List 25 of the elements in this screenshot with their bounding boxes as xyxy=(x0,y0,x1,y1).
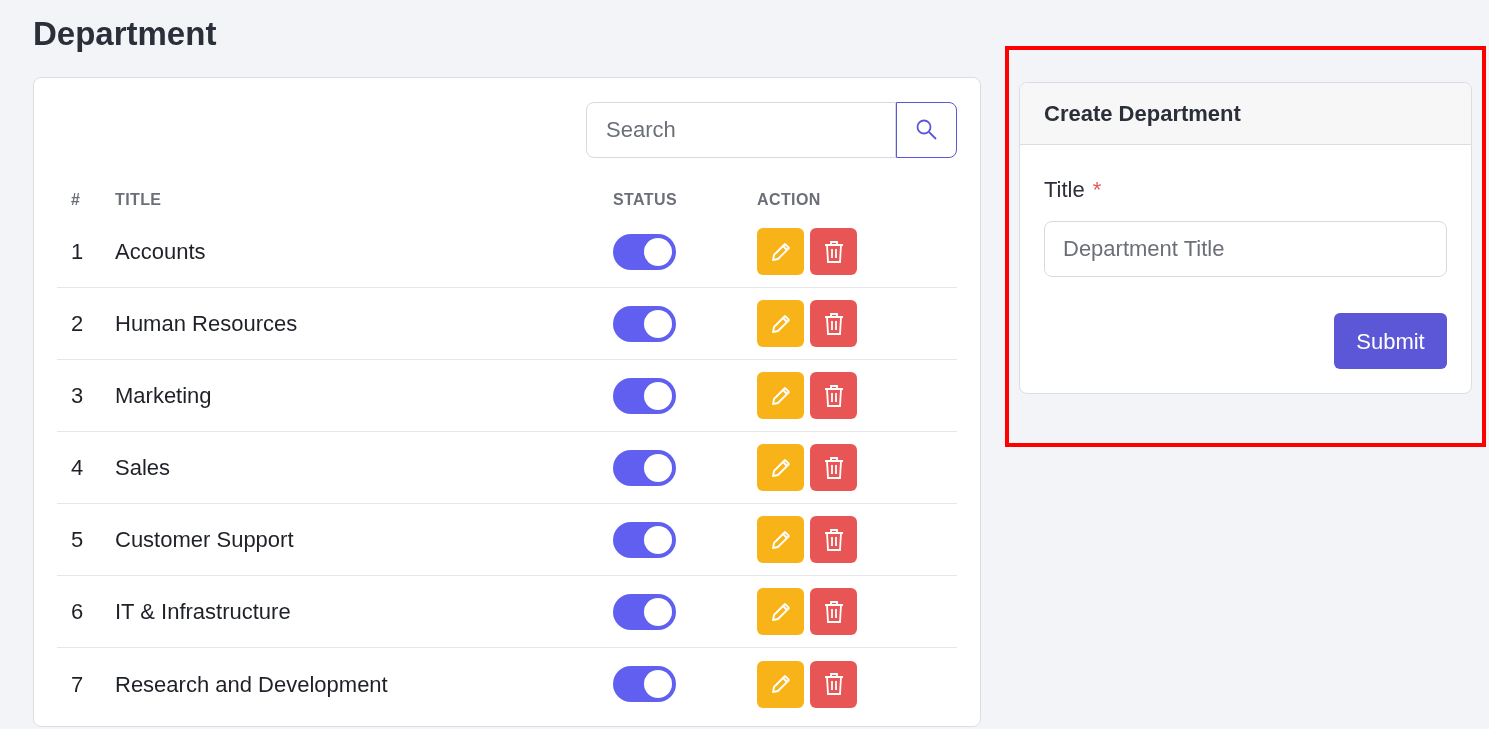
row-number: 3 xyxy=(71,383,84,408)
form-heading: Create Department xyxy=(1044,100,1241,128)
row-number: 5 xyxy=(71,527,84,552)
row-number: 6 xyxy=(71,599,84,624)
column-header: # xyxy=(71,191,81,208)
column-header: ACTION xyxy=(757,191,821,208)
search-field[interactable]: Search xyxy=(586,102,896,158)
row-number: 1 xyxy=(71,239,84,264)
required-mark: * xyxy=(1092,176,1102,204)
row-number: 4 xyxy=(71,455,84,480)
department-title: Marketing xyxy=(115,383,212,408)
column-header: STATUS xyxy=(613,191,678,208)
department-title: Customer Support xyxy=(115,527,294,552)
column-header: TITLE xyxy=(115,191,162,208)
page-title: Department xyxy=(33,14,217,54)
department-title: Accounts xyxy=(115,239,206,264)
submit-button[interactable]: Submit xyxy=(1334,313,1447,369)
row-number: 7 xyxy=(71,671,84,697)
department-title: IT & Infrastructure xyxy=(115,599,291,624)
department-title: Research and Development xyxy=(115,671,388,697)
department-title: Human Resources xyxy=(115,311,298,336)
row-number: 2 xyxy=(71,311,84,336)
title-input-field[interactable]: Department Title xyxy=(1044,221,1447,277)
field-label: Title xyxy=(1044,176,1085,204)
department-title: Sales xyxy=(115,455,171,480)
